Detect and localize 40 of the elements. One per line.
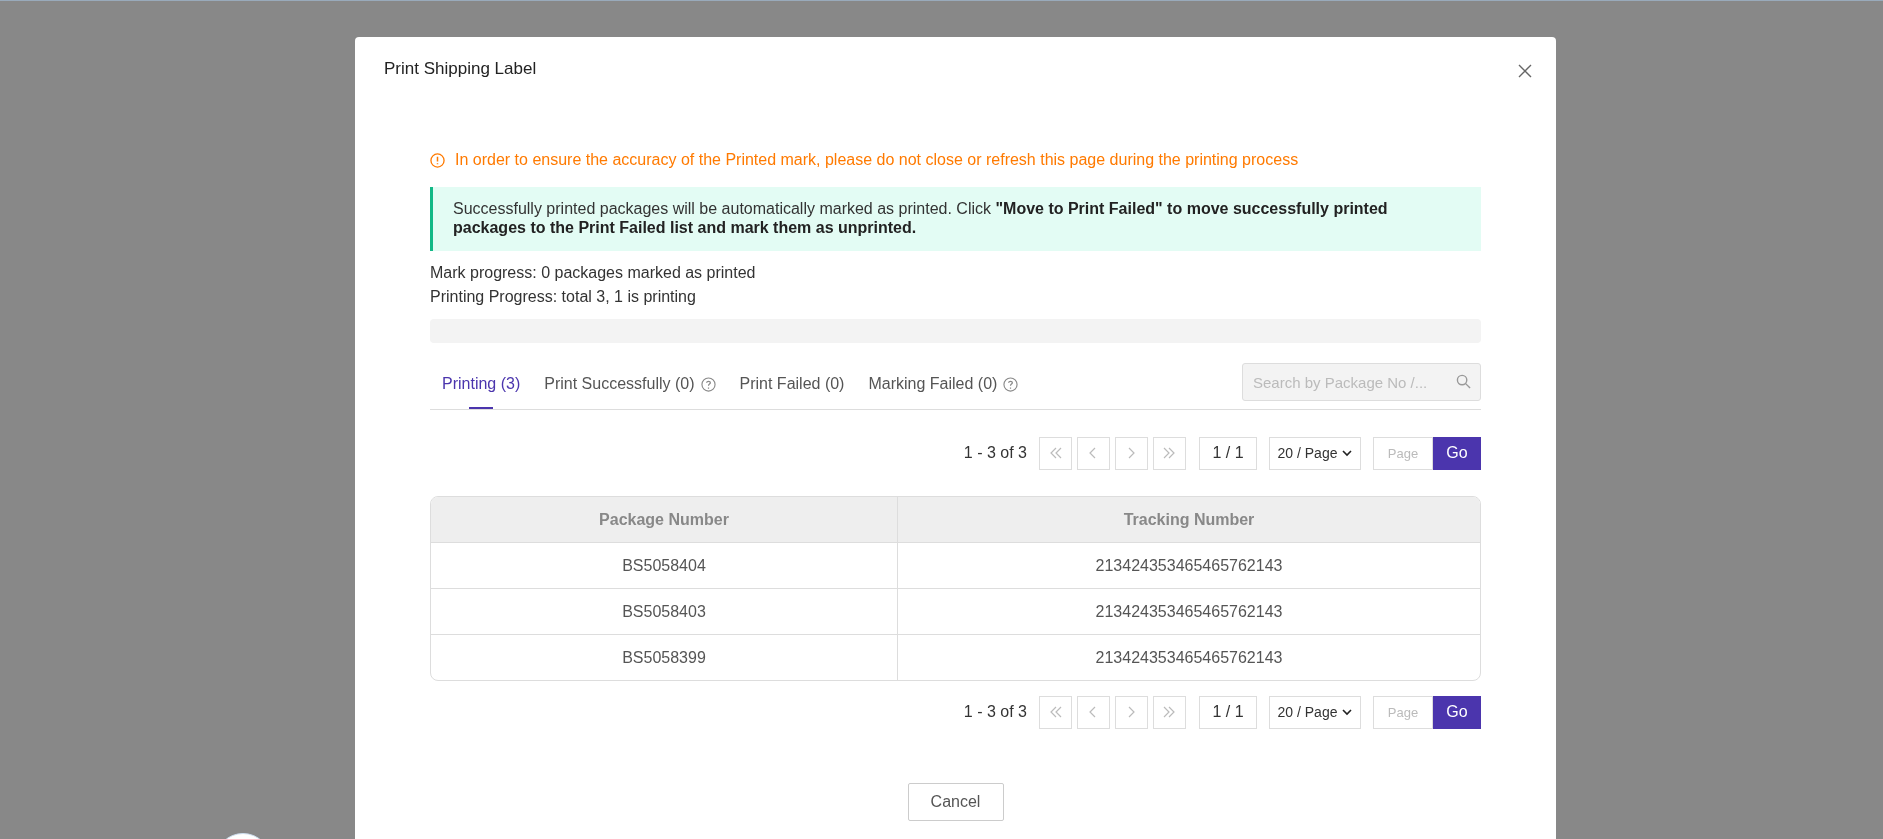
warning-icon bbox=[430, 152, 445, 168]
cancel-button[interactable]: Cancel bbox=[907, 783, 1004, 821]
table-cell: 213424353465465762143 bbox=[897, 543, 1480, 588]
column-header: Tracking Number bbox=[897, 497, 1480, 542]
search-icon[interactable] bbox=[1456, 374, 1471, 389]
table-cell-text: BS5058399 bbox=[621, 647, 707, 668]
table-cell-text: BS5058404 bbox=[621, 555, 707, 576]
warning-text: In order to ensure the accuracy of the Printed mark, please do not close or refresh this page during the printing process bbox=[455, 151, 1299, 169]
tab[interactable]: Printing (3) bbox=[442, 363, 521, 408]
page-indicator: 1 / 1 bbox=[1199, 695, 1257, 729]
tab[interactable]: Print Successfully (0) bbox=[544, 363, 716, 408]
table-cell-text: BS5058403 bbox=[621, 601, 707, 622]
range-text: 1 - 3 of 3 bbox=[963, 444, 1027, 462]
double-right-chevron-icon bbox=[1163, 706, 1176, 718]
page-size-select[interactable]: 20 / Page bbox=[1269, 695, 1361, 729]
caret-icon bbox=[1342, 449, 1353, 457]
printing-progress-text: Printing Progress: total 3, 1 is printing bbox=[430, 287, 697, 307]
tab[interactable]: Print Failed (0) bbox=[739, 363, 845, 408]
go-button[interactable]: Go bbox=[1433, 436, 1481, 470]
close-icon[interactable] bbox=[1518, 64, 1532, 78]
table-cell: 213424353465465762143 bbox=[897, 635, 1480, 680]
table-cell: 213424353465465762143 bbox=[897, 589, 1480, 634]
mark-progress-text: Mark progress: 0 packages marked as printed bbox=[430, 263, 757, 283]
help-icon[interactable] bbox=[700, 376, 716, 392]
page-jump-field[interactable]: Page bbox=[1373, 695, 1433, 729]
page-size-select[interactable]: 20 / Page bbox=[1269, 436, 1361, 470]
double-left-chevron-icon bbox=[1049, 706, 1062, 718]
page-indicator: 1 / 1 bbox=[1199, 436, 1257, 470]
caret-icon bbox=[1342, 708, 1353, 716]
dialog-title: Print Shipping Label bbox=[384, 59, 537, 79]
column-header: Package Number bbox=[598, 509, 730, 530]
go-button[interactable]: Go bbox=[1433, 695, 1481, 729]
range-text: 1 - 3 of 3 bbox=[963, 703, 1027, 721]
search-field[interactable]: Search by Package No /... bbox=[1242, 363, 1481, 401]
notice-text: Successfully printed packages will be automatically marked as printed. Click "Move to Print Failed" to move successfully printed packages to the Print Failed list and mark them as unprinted. bbox=[430, 187, 1481, 251]
double-right-chevron-icon bbox=[1163, 447, 1176, 459]
tab[interactable]: Marking Failed (0) bbox=[868, 363, 1019, 408]
help-icon[interactable] bbox=[1003, 376, 1019, 392]
page-jump-field[interactable]: Page bbox=[1373, 436, 1433, 470]
double-left-chevron-icon bbox=[1049, 447, 1062, 459]
